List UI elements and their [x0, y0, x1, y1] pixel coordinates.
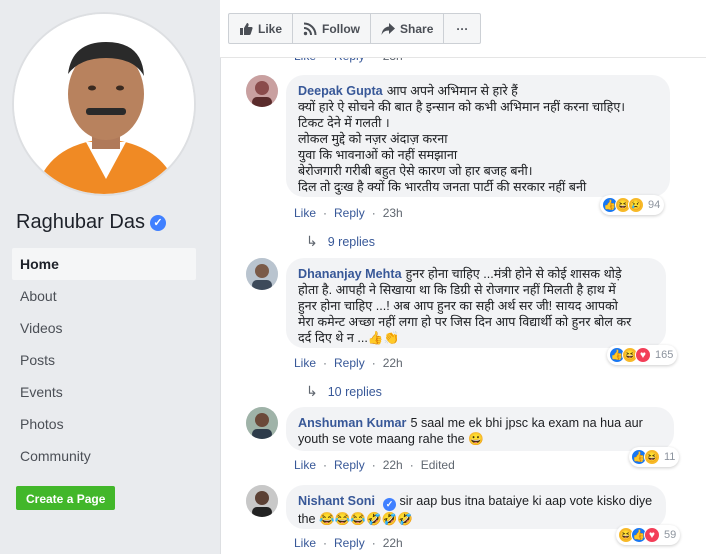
nav-item-posts[interactable]: Posts — [12, 344, 196, 376]
comment-text: हुनर होना चाहिए ...! अब आप हुनर का सही अ… — [298, 299, 618, 313]
page-action-bar: Like Follow Share ··· — [220, 0, 706, 58]
comment-meta: Like · Reply · 22h · Edited — [294, 458, 455, 472]
avatar[interactable] — [246, 407, 278, 439]
like-link[interactable]: Like — [294, 356, 316, 370]
comment-text: मेरा कमेन्ट अच्छा नहीं लगा हो पर जिस दिन… — [298, 315, 632, 329]
haha-reaction-icon: 😆 — [644, 449, 660, 465]
profile-photo-illustration — [14, 14, 194, 194]
page-sidebar: Raghubar Das ✓ Home About Videos Posts E… — [0, 0, 207, 554]
comment-meta: Like · Reply · 22h — [294, 536, 403, 550]
reply-arrow-icon: ↳ — [306, 233, 318, 249]
like-link[interactable]: Like — [294, 536, 316, 550]
avatar-image — [246, 407, 278, 439]
reply-link[interactable]: Reply — [334, 356, 365, 370]
view-replies-link[interactable]: ↳ 9 replies — [306, 233, 375, 250]
comment-text: आप अपने अभिमान से हारे हैं — [386, 84, 518, 98]
replies-count: 9 replies — [327, 234, 375, 249]
avatar-image — [246, 258, 278, 290]
more-dots-icon: ··· — [456, 21, 469, 36]
like-label: Like — [258, 21, 283, 36]
reaction-summary[interactable]: 👍 😆 11 — [629, 447, 680, 467]
comment-text: sir aap bus itna bataiye ki aap vote kis… — [399, 494, 653, 508]
more-options-button[interactable]: ··· — [444, 14, 480, 43]
follow-button[interactable]: Follow — [293, 14, 372, 43]
page-nav: Home About Videos Posts Events Photos Co… — [12, 248, 196, 472]
reply-link[interactable]: Reply — [334, 536, 365, 550]
comment-text: क्यों हारे ऐ सोचने की बात है इन्सान को क… — [298, 100, 626, 114]
comment-text: youth se vote maang rahe the 😀 — [298, 432, 484, 446]
timestamp: 22h — [382, 356, 403, 370]
comment-meta: Like · Reply · 23h — [294, 206, 403, 220]
comment-text: टिकट देने में गलती । — [298, 116, 390, 130]
reaction-count: 94 — [648, 199, 661, 211]
comment-text: दिल तो दुःख है क्यों कि भारतीय जनता पार्… — [298, 180, 587, 194]
love-reaction-icon: ♥ — [644, 527, 660, 543]
comment-text: the 😂😂😂🤣🤣🤣 — [298, 511, 414, 526]
reaction-count: 165 — [655, 349, 674, 361]
nav-item-events[interactable]: Events — [12, 376, 196, 408]
comment-bubble: Dhananjay Mehta हुनर होना चाहिए ...मंत्री… — [286, 258, 666, 348]
reply-link[interactable]: Reply — [334, 206, 365, 220]
profile-picture[interactable] — [12, 12, 196, 196]
main-column: Like Follow Share ··· Like·Reply·23h — [207, 0, 706, 554]
nav-item-photos[interactable]: Photos — [12, 408, 196, 440]
verified-badge-icon: ✓ — [149, 214, 166, 231]
reaction-summary[interactable]: 👍 😆 😢 94 — [600, 195, 665, 215]
thumbs-up-icon — [240, 22, 253, 35]
follow-label: Follow — [322, 21, 361, 36]
verified-badge-icon: ✓ — [382, 497, 396, 511]
avatar[interactable] — [246, 258, 278, 290]
like-link[interactable]: Like — [294, 458, 316, 472]
nav-item-about[interactable]: About — [12, 280, 196, 312]
avatar[interactable] — [246, 75, 278, 107]
reply-arrow-icon: ↳ — [306, 383, 318, 399]
comment-text: होता है. आपही ने सिखाया था कि डिग्री से … — [298, 283, 616, 297]
comment-author[interactable]: Deepak Gupta — [298, 84, 383, 98]
avatar[interactable] — [246, 485, 278, 517]
share-label: Share — [400, 21, 434, 36]
comment-bubble: Anshuman Kumar 5 saal me ek bhi jpsc ka e… — [286, 407, 674, 451]
view-replies-link[interactable]: ↳ 10 replies — [306, 383, 382, 400]
nav-item-community[interactable]: Community — [12, 440, 196, 472]
page-title[interactable]: Raghubar Das ✓ — [16, 211, 166, 234]
reaction-count: 59 — [664, 529, 677, 541]
avatar-image — [246, 75, 278, 107]
reaction-summary[interactable]: 😆 👍 ♥ 59 — [616, 525, 681, 545]
nav-item-videos[interactable]: Videos — [12, 312, 196, 344]
timestamp: 22h — [382, 536, 403, 550]
share-arrow-icon — [381, 22, 396, 35]
timestamp: 23h — [382, 206, 403, 220]
comment-text: दर्द दिए थे न ...👍👏 — [298, 331, 400, 345]
comment-author[interactable]: Nishant Soni — [298, 494, 375, 508]
comment-text: हुनर होना चाहिए ...मंत्री होने से कोई शा… — [405, 267, 622, 281]
like-page-button[interactable]: Like — [229, 14, 294, 43]
comment-text: युवा कि भावनाओं को नहीं समझाना — [298, 148, 458, 162]
comment-author[interactable]: Dhananjay Mehta — [298, 267, 402, 281]
comments-feed: Like·Reply·23h Deepak Guptaआप अपने अभिमा… — [220, 0, 706, 554]
nav-item-home[interactable]: Home — [12, 248, 196, 280]
comment-bubble: Nishant Soni ✓ sir aap bus itna bataiye k… — [286, 485, 666, 529]
reaction-summary[interactable]: 👍 😆 ♥ 165 — [607, 345, 678, 365]
comment-author[interactable]: Anshuman Kumar — [298, 416, 406, 430]
avatar-image — [246, 485, 278, 517]
reaction-count: 11 — [664, 451, 676, 463]
love-reaction-icon: ♥ — [635, 347, 651, 363]
replies-count: 10 replies — [327, 384, 382, 399]
comment-text: 5 saal me ek bhi jpsc ka exam na hua aur — [410, 416, 643, 430]
comment-bubble: Deepak Gupta आप अपने अभिमान से हारे हैं क… — [286, 75, 670, 197]
reply-link[interactable]: Reply — [334, 458, 365, 472]
page-actions: Like Follow Share ··· — [228, 13, 482, 44]
comment-meta: Like · Reply · 22h — [294, 356, 403, 370]
rss-icon — [303, 22, 317, 35]
create-page-button[interactable]: Create a Page — [16, 486, 116, 510]
comment-text: बेरोजगारी गरीबी बहुत ऐसे कारण जो हार बजह… — [298, 164, 533, 178]
comment-text: लोकल मुद्दे को नज़र अंदाज़ करना — [298, 132, 448, 146]
like-link[interactable]: Like — [294, 206, 316, 220]
sad-reaction-icon: 😢 — [628, 197, 644, 213]
timestamp: 22h — [382, 458, 403, 472]
share-button[interactable]: Share — [371, 14, 445, 43]
edited-label: Edited — [420, 458, 455, 472]
page-name[interactable]: Raghubar Das — [16, 211, 145, 234]
